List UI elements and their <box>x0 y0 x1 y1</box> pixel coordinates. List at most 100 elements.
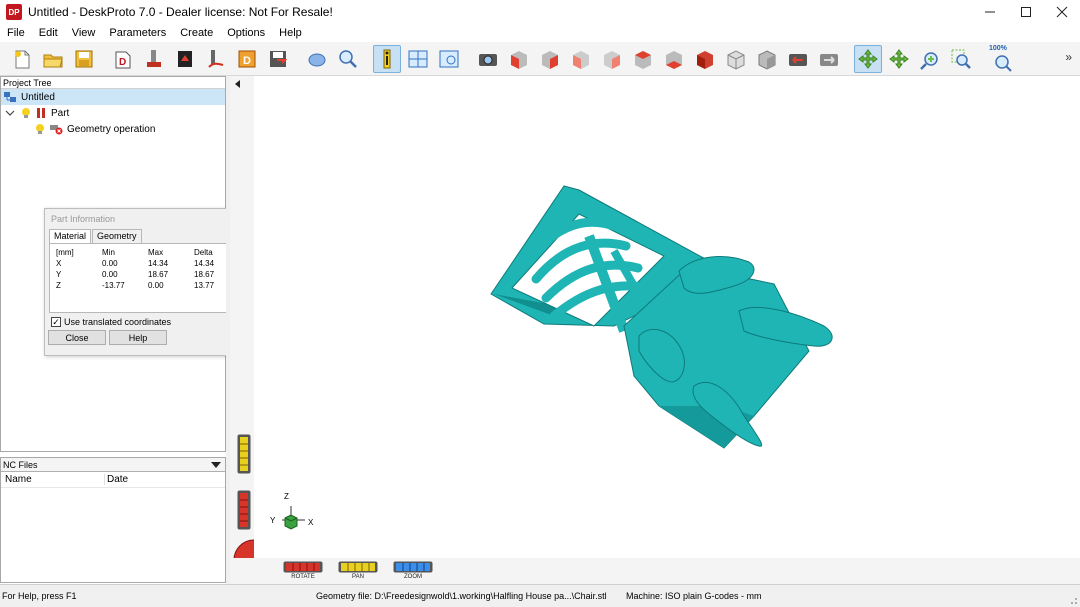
view-side-button[interactable] <box>691 45 719 73</box>
column-header-name[interactable]: Name <box>1 474 105 485</box>
status-help: For Help, press F1 <box>2 591 77 601</box>
send-to-machine-icon <box>178 50 192 67</box>
previous-view-icon <box>789 53 807 66</box>
nc-files-panel: NC Files Name Date <box>0 457 226 583</box>
pan-wheel-vertical-icon[interactable] <box>237 434 251 474</box>
tree-item-part[interactable]: Part <box>1 105 225 121</box>
toolpath-icon <box>208 49 224 68</box>
create-project-icon: D <box>115 51 131 68</box>
toolbar-overflow-chevron[interactable]: » <box>1065 50 1072 64</box>
save-button[interactable] <box>70 45 98 73</box>
title-bar: DP Untitled - DeskProto 7.0 - Dealer lic… <box>0 0 1080 24</box>
mill-part-button[interactable] <box>140 45 168 73</box>
3d-viewport[interactable]: Z Y X <box>254 76 1080 558</box>
tree-item-label: Untitled <box>21 91 55 103</box>
send-to-machine-button[interactable] <box>171 45 199 73</box>
menu-help[interactable]: Help <box>272 27 309 39</box>
view-left-button[interactable] <box>567 45 595 73</box>
chevron-down-icon[interactable] <box>5 108 15 118</box>
table-header: [mm] <box>56 248 74 257</box>
menu-parameters[interactable]: Parameters <box>102 27 173 39</box>
menu-view[interactable]: View <box>65 27 103 39</box>
pan-button[interactable] <box>885 45 913 73</box>
window-title: Untitled - DeskProto 7.0 - Dealer licens… <box>28 5 333 19</box>
checkbox-label: Use translated coordinates <box>64 317 172 327</box>
tree-item-label: Part <box>51 107 70 119</box>
view-right-icon <box>604 50 620 69</box>
new-button[interactable] <box>8 45 36 73</box>
svg-text:D: D <box>243 55 251 67</box>
tree-item-geometry-operation[interactable]: Geometry operation <box>1 121 225 137</box>
close-button[interactable] <box>1044 0 1080 24</box>
info-button[interactable] <box>373 44 401 73</box>
zoom-wheel-icon[interactable] <box>393 561 433 573</box>
translated-coordinates-option[interactable]: ✓ Use translated coordinates <box>51 317 238 327</box>
project-icon <box>4 92 16 102</box>
rotate-label: ROTATE <box>291 574 315 580</box>
dialog-titlebar[interactable]: Part Information <box>45 209 244 229</box>
view-back-button[interactable] <box>536 45 564 73</box>
tab-geometry[interactable]: Geometry <box>92 229 142 243</box>
maximize-button[interactable] <box>1008 0 1044 24</box>
camera-icon <box>479 53 497 66</box>
close-icon <box>1056 6 1068 18</box>
views-button[interactable] <box>404 45 432 73</box>
table-cell: Y <box>56 270 62 279</box>
rotate-button[interactable] <box>854 44 882 73</box>
model-view-svg <box>490 185 833 449</box>
pan-wheel-icon[interactable] <box>338 561 378 573</box>
view-iso2-button[interactable] <box>753 45 781 73</box>
view-bottom-button[interactable] <box>660 45 688 73</box>
help-button[interactable]: Help <box>109 330 167 345</box>
chair-model <box>490 185 833 449</box>
select-button[interactable] <box>303 45 331 73</box>
zoom-100-button[interactable]: 100% <box>986 45 1018 73</box>
minimize-icon <box>985 11 995 13</box>
resize-grip-icon[interactable] <box>1066 593 1078 605</box>
open-button[interactable] <box>39 45 67 73</box>
lightbulb-icon[interactable] <box>21 107 31 119</box>
previous-view-button[interactable] <box>784 45 812 73</box>
camera-button[interactable] <box>474 45 502 73</box>
toolpath-button[interactable] <box>202 45 230 73</box>
rotate-icon <box>858 48 878 69</box>
zoom-label: ZOOM <box>404 574 422 580</box>
frame-button[interactable] <box>435 45 463 73</box>
main-toolbar: D D 100% » <box>0 42 1080 76</box>
view-top-button[interactable] <box>629 45 657 73</box>
rotate-wheel-icon[interactable] <box>283 561 323 573</box>
select-icon <box>308 53 326 66</box>
menu-create[interactable]: Create <box>173 27 220 39</box>
menu-file[interactable]: File <box>0 27 32 39</box>
view-front-button[interactable] <box>505 45 533 73</box>
menu-options[interactable]: Options <box>220 27 272 39</box>
tab-material[interactable]: Material <box>49 229 92 243</box>
lightbulb-icon[interactable] <box>35 123 45 135</box>
minimize-button[interactable] <box>972 0 1008 24</box>
table-header: Min <box>102 248 115 257</box>
close-button[interactable]: Close <box>48 330 106 345</box>
svg-text:D: D <box>119 57 126 68</box>
translated-coordinates-checkbox[interactable]: ✓ <box>51 317 61 327</box>
column-header-date[interactable]: Date <box>105 474 128 485</box>
tree-item-project[interactable]: Untitled <box>1 89 225 105</box>
view-iso-button[interactable] <box>722 45 750 73</box>
menu-edit[interactable]: Edit <box>32 27 65 39</box>
create-project-button[interactable]: D <box>109 45 137 73</box>
zoom-button[interactable] <box>916 45 944 73</box>
table-cell: 0.00 <box>148 281 164 290</box>
view-side-icon <box>697 50 713 69</box>
save-nc-button[interactable] <box>264 45 292 73</box>
zoom-100-label: 100% <box>989 44 1007 52</box>
zoom-fit-button[interactable] <box>334 45 362 73</box>
view-iso-icon <box>727 49 745 70</box>
dropdown-arrow-icon[interactable] <box>211 461 221 469</box>
next-view-button[interactable] <box>815 45 843 73</box>
maximize-icon <box>1021 7 1031 17</box>
rotate-wheel-vertical-icon[interactable] <box>237 490 251 530</box>
export-button[interactable]: D <box>233 45 261 73</box>
view-controls-bar: ROTATE PAN ZOOM <box>230 558 1080 584</box>
zoom-window-button[interactable] <box>947 45 975 73</box>
collapse-arrow-icon[interactable] <box>233 79 243 89</box>
view-right-button[interactable] <box>598 45 626 73</box>
